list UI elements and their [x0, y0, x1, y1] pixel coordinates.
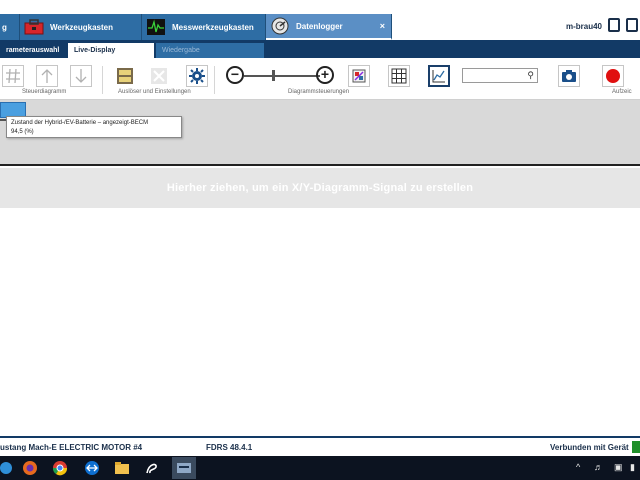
color-button[interactable] — [348, 65, 370, 87]
camera-icon — [562, 70, 576, 82]
drop-hint: Hierher ziehen, um ein X/Y-Diagramm-Sign… — [166, 182, 474, 194]
datalogger-taskbar-button[interactable] — [172, 457, 196, 479]
grid-icon — [391, 68, 407, 84]
oscilloscope-icon — [147, 19, 165, 35]
cross-icon — [151, 68, 167, 84]
tab-wiedergabe[interactable]: Wiedergabe — [156, 43, 264, 58]
tab-parameterauswahl[interactable]: rameterauswahl — [0, 43, 68, 58]
connection-indicator — [632, 441, 640, 453]
zoom-in-button[interactable]: + — [316, 66, 334, 84]
record-button[interactable] — [602, 65, 624, 87]
tab-live-display[interactable]: Live-Display — [68, 43, 154, 58]
speaker-icon[interactable]: ♬ — [594, 462, 603, 472]
app-version: FDRS 48.4.1 — [206, 443, 253, 452]
close-icon[interactable]: × — [380, 21, 385, 31]
window-icons — [606, 18, 640, 36]
gear-icon — [189, 68, 205, 84]
move-down-button[interactable] — [70, 65, 92, 87]
clear-button[interactable] — [148, 65, 170, 87]
group-label-diagramm: Diagrammsteuerungen — [288, 89, 350, 95]
hash-button[interactable] — [2, 65, 24, 87]
tray-chevron-icon[interactable]: ^ — [576, 462, 580, 472]
chrome-icon[interactable] — [52, 460, 68, 476]
zoom-slider[interactable] — [244, 75, 320, 77]
tab-werkzeugkasten[interactable]: Werkzeugkasten — [20, 14, 142, 40]
network-icon[interactable]: ▣ — [614, 462, 623, 473]
zoom-slider-handle[interactable] — [272, 70, 275, 81]
print-icon[interactable] — [626, 18, 638, 32]
arrow-down-icon — [75, 69, 87, 83]
toolbox-icon — [24, 19, 44, 35]
arrow-up-icon — [41, 69, 53, 83]
move-up-button[interactable] — [36, 65, 58, 87]
tab-datenlogger[interactable]: Datenlogger × — [266, 14, 392, 40]
sub-tab-bar: rameterauswahl Live-Display Wiedergabe — [0, 40, 640, 58]
tooltip-value: 94,5 (%) — [11, 129, 34, 135]
tab-diagnose-label: g — [2, 22, 7, 32]
graph-view-button[interactable] — [428, 65, 450, 87]
grid-button[interactable] — [388, 65, 410, 87]
notification-icon[interactable]: ▮ — [630, 462, 635, 473]
status-bar: ustang Mach-E ELECTRIC MOTOR #4 FDRS 48.… — [0, 436, 640, 456]
divider — [102, 66, 103, 94]
live-display-area: Zustand der Hybrid-/EV-Batterie – angeze… — [0, 100, 640, 436]
edge-icon[interactable] — [0, 460, 16, 476]
fdrs-window: g Werkzeugkasten Messwerkzeugkasten Date… — [0, 0, 640, 480]
trigger-button[interactable] — [114, 65, 136, 87]
search-icon: ⚲ — [527, 70, 534, 80]
tab-diagnose[interactable]: g — [0, 14, 20, 40]
datalogger-taskbar-icon — [177, 463, 191, 473]
hash-icon — [6, 68, 20, 84]
toolbar: Steuerdiagramm Auslöser und Einstellunge… — [0, 58, 640, 100]
zoom-in-icon: + — [320, 66, 330, 82]
xy-drop-zone[interactable]: Hierher ziehen, um ein X/Y-Diagramm-Sign… — [0, 168, 640, 208]
graph-icon — [432, 70, 445, 83]
teamviewer-icon[interactable] — [84, 460, 100, 476]
zoom-out-button[interactable]: − — [226, 66, 244, 84]
tab-werkzeugkasten-label: Werkzeugkasten — [50, 22, 113, 32]
record-icon — [606, 69, 620, 83]
vehicle-info: ustang Mach-E ELECTRIC MOTOR #4 — [0, 443, 143, 452]
os-taskbar: ^ ♬ ▣ ▮ — [0, 456, 640, 480]
top-tab-bar: g Werkzeugkasten Messwerkzeugkasten Date… — [0, 0, 640, 40]
group-label-aufzeichnen: Aufzeic — [612, 89, 632, 95]
tab-messwerkzeugkasten-label: Messwerkzeugkasten — [172, 22, 254, 32]
save-icon[interactable] — [608, 18, 620, 32]
signal-graph[interactable]: Zustand der Hybrid-/EV-Batterie – angeze… — [0, 100, 640, 166]
tooltip-title: Zustand der Hybrid-/EV-Batterie – angeze… — [11, 120, 149, 126]
divider — [214, 66, 215, 94]
datalogger-icon — [271, 17, 289, 35]
group-label-steuerdiagramm: Steuerdiagramm — [22, 89, 67, 95]
palette-icon — [352, 69, 366, 83]
signal-tooltip: Zustand der Hybrid-/EV-Batterie – angeze… — [6, 116, 182, 138]
search-input[interactable]: ⚲ — [462, 68, 538, 83]
user-name: m-brau40 — [565, 22, 602, 31]
snapshot-button[interactable] — [558, 65, 580, 87]
settings-button[interactable] — [186, 65, 208, 87]
folder-icon[interactable] — [114, 460, 130, 476]
zoom-out-icon: − — [230, 66, 240, 82]
tab-datenlogger-label: Datenlogger — [296, 21, 343, 31]
firefox-icon[interactable] — [22, 460, 38, 476]
connection-status: Verbunden mit Gerät — [550, 443, 629, 452]
fdrs-app-icon[interactable] — [144, 460, 160, 476]
tab-messwerkzeugkasten[interactable]: Messwerkzeugkasten — [142, 14, 266, 40]
group-label-auswahl: Auslöser und Einstellungen — [118, 89, 191, 95]
trigger-icon — [117, 68, 133, 84]
